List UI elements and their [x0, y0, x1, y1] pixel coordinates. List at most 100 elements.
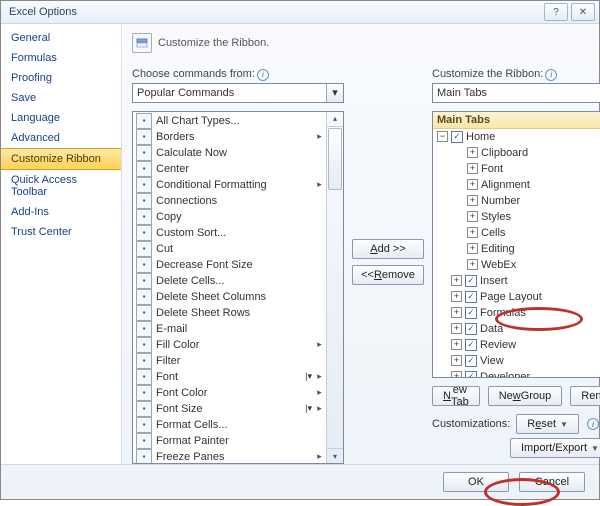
tree-node-group[interactable]: +Editing [433, 241, 600, 257]
expand-icon[interactable]: + [451, 275, 462, 286]
scroll-thumb[interactable] [328, 128, 342, 190]
command-item[interactable]: ▪Calculate Now [134, 145, 325, 161]
info-icon[interactable]: i [545, 69, 557, 81]
checkbox[interactable]: ✓ [465, 275, 477, 287]
sidebar-item-save[interactable]: Save [1, 88, 121, 108]
expand-icon[interactable]: + [451, 339, 462, 350]
command-item[interactable]: ▪Freeze Panes▸ [134, 449, 325, 464]
command-item[interactable]: ▪Borders▸ [134, 129, 325, 145]
tree-node-data[interactable]: +✓Data [433, 321, 600, 337]
expand-icon[interactable]: + [451, 355, 462, 366]
collapse-icon[interactable]: − [437, 131, 448, 142]
info-icon[interactable]: i [587, 418, 599, 430]
new-tab-button[interactable]: New Tab [432, 386, 480, 406]
tree-node-group[interactable]: +WebEx [433, 257, 600, 273]
command-item[interactable]: ▪Center [134, 161, 325, 177]
checkbox[interactable]: ✓ [465, 371, 477, 379]
customize-ribbon-combo[interactable]: Main Tabs ▾ [432, 83, 600, 103]
command-item[interactable]: ▪Delete Sheet Rows [134, 305, 325, 321]
tree-node-formulas[interactable]: +✓Formulas [433, 305, 600, 321]
tree-node-insert[interactable]: +✓Insert [433, 273, 600, 289]
command-item[interactable]: ▪Custom Sort... [134, 225, 325, 241]
checkbox[interactable]: ✓ [465, 339, 477, 351]
remove-button[interactable]: << Remove [352, 265, 424, 285]
customizations-label: Customizations: [432, 418, 510, 430]
tree-label: Data [480, 323, 503, 335]
tree-node-home[interactable]: −✓Home [433, 129, 600, 145]
checkbox[interactable]: ✓ [465, 355, 477, 367]
command-item[interactable]: ▪Filter [134, 353, 325, 369]
sidebar-item-addins[interactable]: Add-Ins [1, 202, 121, 222]
tree-node-group[interactable]: +Cells [433, 225, 600, 241]
close-icon[interactable]: ✕ [571, 3, 595, 21]
expand-icon[interactable]: + [467, 163, 478, 174]
cancel-button[interactable]: Cancel [519, 472, 585, 492]
tree-node-view[interactable]: +✓View [433, 353, 600, 369]
tree-node-group[interactable]: +Alignment [433, 177, 600, 193]
command-item[interactable]: ▪Format Painter [134, 433, 325, 449]
sidebar-item-quick-access[interactable]: Quick Access Toolbar [1, 170, 121, 202]
command-item[interactable]: ▪Delete Sheet Columns [134, 289, 325, 305]
command-item[interactable]: ▪Fill Color▸ [134, 337, 325, 353]
commands-listbox[interactable]: ▪All Chart Types...▪Borders▸▪Calculate N… [132, 111, 344, 465]
ok-button[interactable]: OK [443, 472, 509, 492]
command-item[interactable]: ▪Font|▾▸ [134, 369, 325, 385]
expand-icon[interactable]: + [467, 179, 478, 190]
commands-column: Choose commands from:i Popular Commands … [132, 60, 344, 464]
sidebar-item-proofing[interactable]: Proofing [1, 68, 121, 88]
command-label: Custom Sort... [156, 227, 323, 239]
command-label: Delete Sheet Columns [156, 291, 323, 303]
tree-node-group[interactable]: +Styles [433, 209, 600, 225]
add-button[interactable]: Add >> [352, 239, 424, 259]
checkbox[interactable]: ✓ [465, 323, 477, 335]
excel-options-window: Excel Options ? ✕ General Formulas Proof… [0, 0, 600, 500]
expand-icon[interactable]: + [467, 243, 478, 254]
command-item[interactable]: ▪Delete Cells... [134, 273, 325, 289]
info-icon[interactable]: i [257, 69, 269, 81]
tree-node-group[interactable]: +Font [433, 161, 600, 177]
command-item[interactable]: ▪Format Cells... [134, 417, 325, 433]
command-item[interactable]: ▪Conditional Formatting▸ [134, 177, 325, 193]
expand-icon[interactable]: + [467, 259, 478, 270]
expand-icon[interactable]: + [467, 211, 478, 222]
sidebar-item-customize-ribbon[interactable]: Customize Ribbon [1, 148, 121, 170]
scroll-down-icon[interactable]: ▾ [327, 448, 343, 463]
ribbon-tree[interactable]: Main Tabs −✓Home+Clipboard+Font+Alignmen… [432, 111, 600, 379]
command-item[interactable]: ▪Copy [134, 209, 325, 225]
command-item[interactable]: ▪Font Size|▾▸ [134, 401, 325, 417]
command-item[interactable]: ▪Decrease Font Size [134, 257, 325, 273]
new-group-button[interactable]: New Group [488, 386, 563, 406]
choose-commands-combo[interactable]: Popular Commands ▾ [132, 83, 344, 103]
tree-node-group[interactable]: +Number [433, 193, 600, 209]
command-item[interactable]: ▪Connections [134, 193, 325, 209]
expand-icon[interactable]: + [467, 147, 478, 158]
expand-icon[interactable]: + [451, 371, 462, 378]
expand-icon[interactable]: + [451, 323, 462, 334]
tree-node-group[interactable]: +Clipboard [433, 145, 600, 161]
expand-icon[interactable]: + [467, 195, 478, 206]
sidebar-item-trust-center[interactable]: Trust Center [1, 222, 121, 242]
tree-node-developer[interactable]: +✓Developer [433, 369, 600, 379]
command-item[interactable]: ▪All Chart Types... [134, 113, 325, 129]
checkbox[interactable]: ✓ [451, 131, 463, 143]
expand-icon[interactable]: + [451, 291, 462, 302]
command-item[interactable]: ▪Cut [134, 241, 325, 257]
expand-icon[interactable]: + [451, 307, 462, 318]
sidebar-item-formulas[interactable]: Formulas [1, 48, 121, 68]
reset-button[interactable]: Reset▼ [516, 414, 579, 434]
tree-node-page-layout[interactable]: +✓Page Layout [433, 289, 600, 305]
sidebar-item-language[interactable]: Language [1, 108, 121, 128]
expand-icon[interactable]: + [467, 227, 478, 238]
help-icon[interactable]: ? [544, 3, 568, 21]
import-export-button[interactable]: Import/Export▼ [510, 438, 600, 458]
checkbox[interactable]: ✓ [465, 307, 477, 319]
rename-button[interactable]: Rename... [570, 386, 600, 406]
scroll-up-icon[interactable]: ▴ [327, 112, 343, 127]
sidebar-item-advanced[interactable]: Advanced [1, 128, 121, 148]
scrollbar[interactable]: ▴ ▾ [326, 112, 343, 464]
command-item[interactable]: ▪E-mail [134, 321, 325, 337]
sidebar-item-general[interactable]: General [1, 28, 121, 48]
checkbox[interactable]: ✓ [465, 291, 477, 303]
command-item[interactable]: ▪Font Color▸ [134, 385, 325, 401]
tree-node-review[interactable]: +✓Review [433, 337, 600, 353]
